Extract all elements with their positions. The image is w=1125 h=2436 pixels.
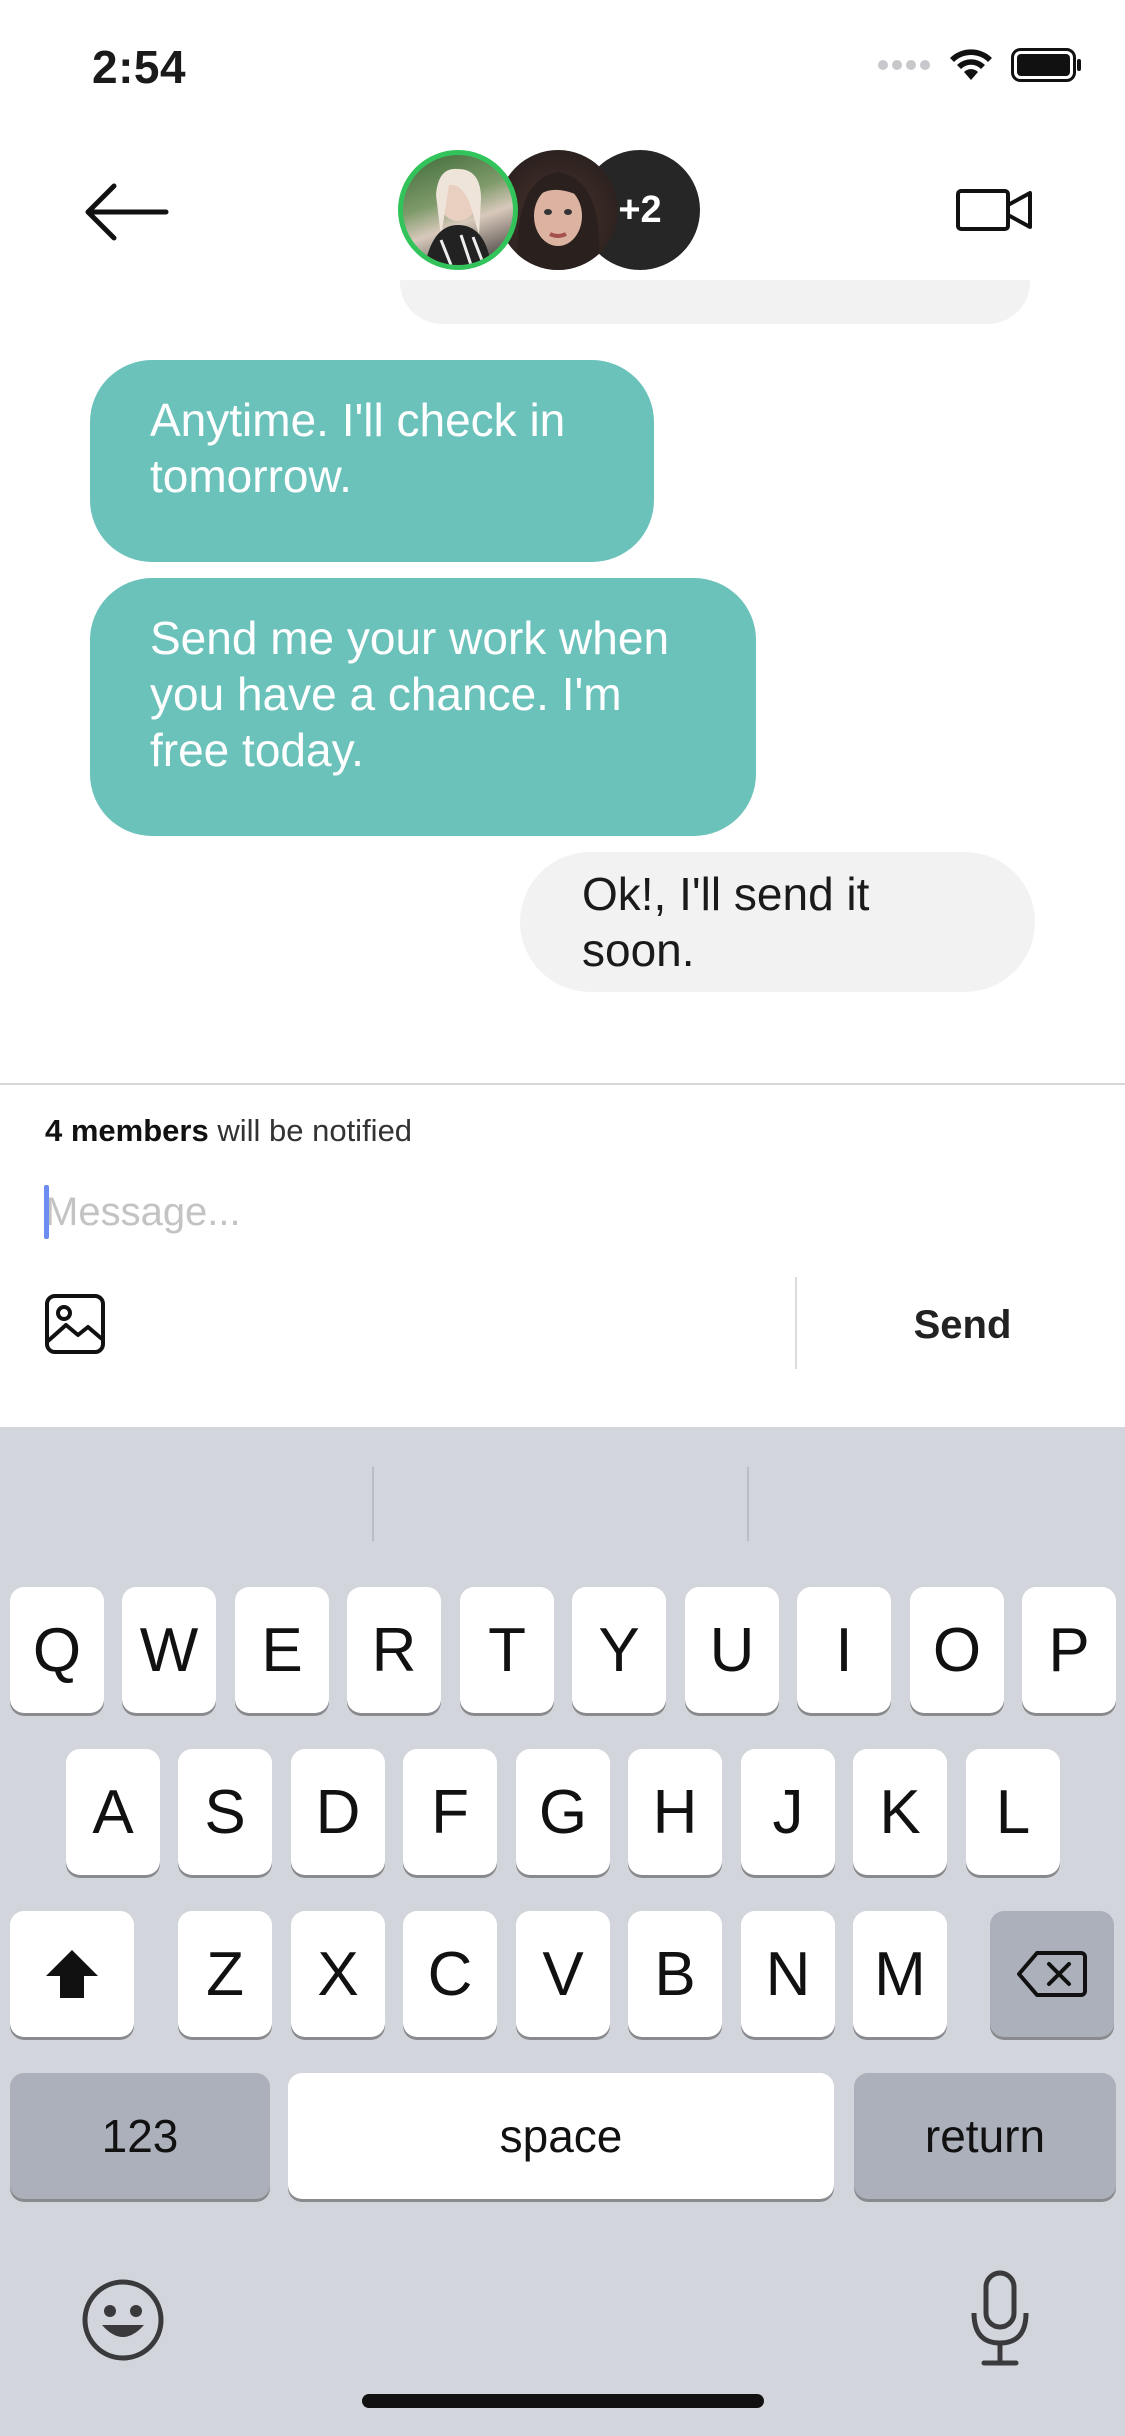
message-bubble-incoming: Send me your work when you have a chance… <box>90 578 756 836</box>
image-icon <box>45 1294 105 1354</box>
back-button[interactable] <box>80 180 170 244</box>
message-bubble-outgoing: Ok!, I'll send it soon. <box>520 852 1035 992</box>
emoji-button[interactable] <box>80 2277 166 2363</box>
key-r[interactable]: R <box>347 1587 441 1713</box>
key-a[interactable]: A <box>66 1749 160 1875</box>
key-i[interactable]: I <box>797 1587 891 1713</box>
dictation-button[interactable] <box>968 2269 1032 2369</box>
numbers-key[interactable]: 123 <box>10 2073 270 2199</box>
divider <box>795 1277 797 1369</box>
suggestion-divider <box>372 1467 374 1541</box>
status-bar: 2:54 <box>0 0 1125 140</box>
shift-icon <box>46 1950 98 1998</box>
message-text: Ok!, I'll send it soon. <box>582 868 870 976</box>
avatar <box>398 150 518 270</box>
key-e[interactable]: E <box>235 1587 329 1713</box>
message-bubble-incoming: Anytime. I'll check in tomorrow. <box>90 360 654 562</box>
space-key[interactable]: space <box>288 2073 834 2199</box>
video-call-button[interactable] <box>955 180 1035 240</box>
shift-key[interactable] <box>10 1911 134 2037</box>
message-text: Send me your work when you have a chance… <box>150 612 670 776</box>
key-h[interactable]: H <box>628 1749 722 1875</box>
key-n[interactable]: N <box>741 1911 835 2037</box>
send-button[interactable]: Send <box>800 1280 1125 1370</box>
wifi-icon <box>950 49 992 80</box>
text-caret <box>44 1185 49 1239</box>
key-w[interactable]: W <box>122 1587 216 1713</box>
key-d[interactable]: D <box>291 1749 385 1875</box>
notify-count: 4 members <box>45 1113 209 1148</box>
key-p[interactable]: P <box>1022 1587 1116 1713</box>
backspace-icon <box>1017 1951 1087 1997</box>
message-input[interactable] <box>45 1177 1045 1247</box>
group-avatars[interactable]: +2 <box>398 150 700 270</box>
key-q[interactable]: Q <box>10 1587 104 1713</box>
key-x[interactable]: X <box>291 1911 385 2037</box>
key-c[interactable]: C <box>403 1911 497 2037</box>
video-camera-icon <box>956 189 1032 231</box>
status-icons <box>877 48 1083 82</box>
person-photo-icon <box>425 168 491 265</box>
key-m[interactable]: M <box>853 1911 947 2037</box>
message-bubble-outgoing <box>400 280 1030 324</box>
cellular-signal-icon <box>878 60 930 70</box>
attach-image-button[interactable] <box>44 1293 106 1355</box>
message-composer: 4 members will be notified Send <box>0 1085 1125 1427</box>
keyboard: Q W E R T Y U I O P A S D F G H J K L Z … <box>0 1427 1125 2436</box>
key-z[interactable]: Z <box>178 1911 272 2037</box>
return-key[interactable]: return <box>854 2073 1116 2199</box>
emoji-icon <box>82 2279 164 2361</box>
home-indicator <box>362 2394 764 2408</box>
key-t[interactable]: T <box>460 1587 554 1713</box>
key-u[interactable]: U <box>685 1587 779 1713</box>
key-y[interactable]: Y <box>572 1587 666 1713</box>
message-text: Anytime. I'll check in tomorrow. <box>150 394 566 502</box>
key-o[interactable]: O <box>910 1587 1004 1713</box>
notify-text: 4 members will be notified <box>45 1113 412 1149</box>
key-g[interactable]: G <box>516 1749 610 1875</box>
microphone-icon <box>971 2270 1029 2366</box>
battery-icon <box>1011 48 1081 82</box>
message-list[interactable]: Anytime. I'll check in tomorrow. Send me… <box>0 280 1125 1084</box>
key-v[interactable]: V <box>516 1911 610 2037</box>
key-b[interactable]: B <box>628 1911 722 2037</box>
key-f[interactable]: F <box>403 1749 497 1875</box>
key-j[interactable]: J <box>741 1749 835 1875</box>
suggestion-divider <box>747 1467 749 1541</box>
key-l[interactable]: L <box>966 1749 1060 1875</box>
arrow-left-icon <box>85 183 169 241</box>
notify-label: will be notified <box>208 1113 413 1148</box>
key-k[interactable]: K <box>853 1749 947 1875</box>
key-s[interactable]: S <box>178 1749 272 1875</box>
chat-header: +2 <box>0 140 1125 280</box>
delete-key[interactable] <box>990 1911 1114 2037</box>
status-time: 2:54 <box>92 41 187 93</box>
